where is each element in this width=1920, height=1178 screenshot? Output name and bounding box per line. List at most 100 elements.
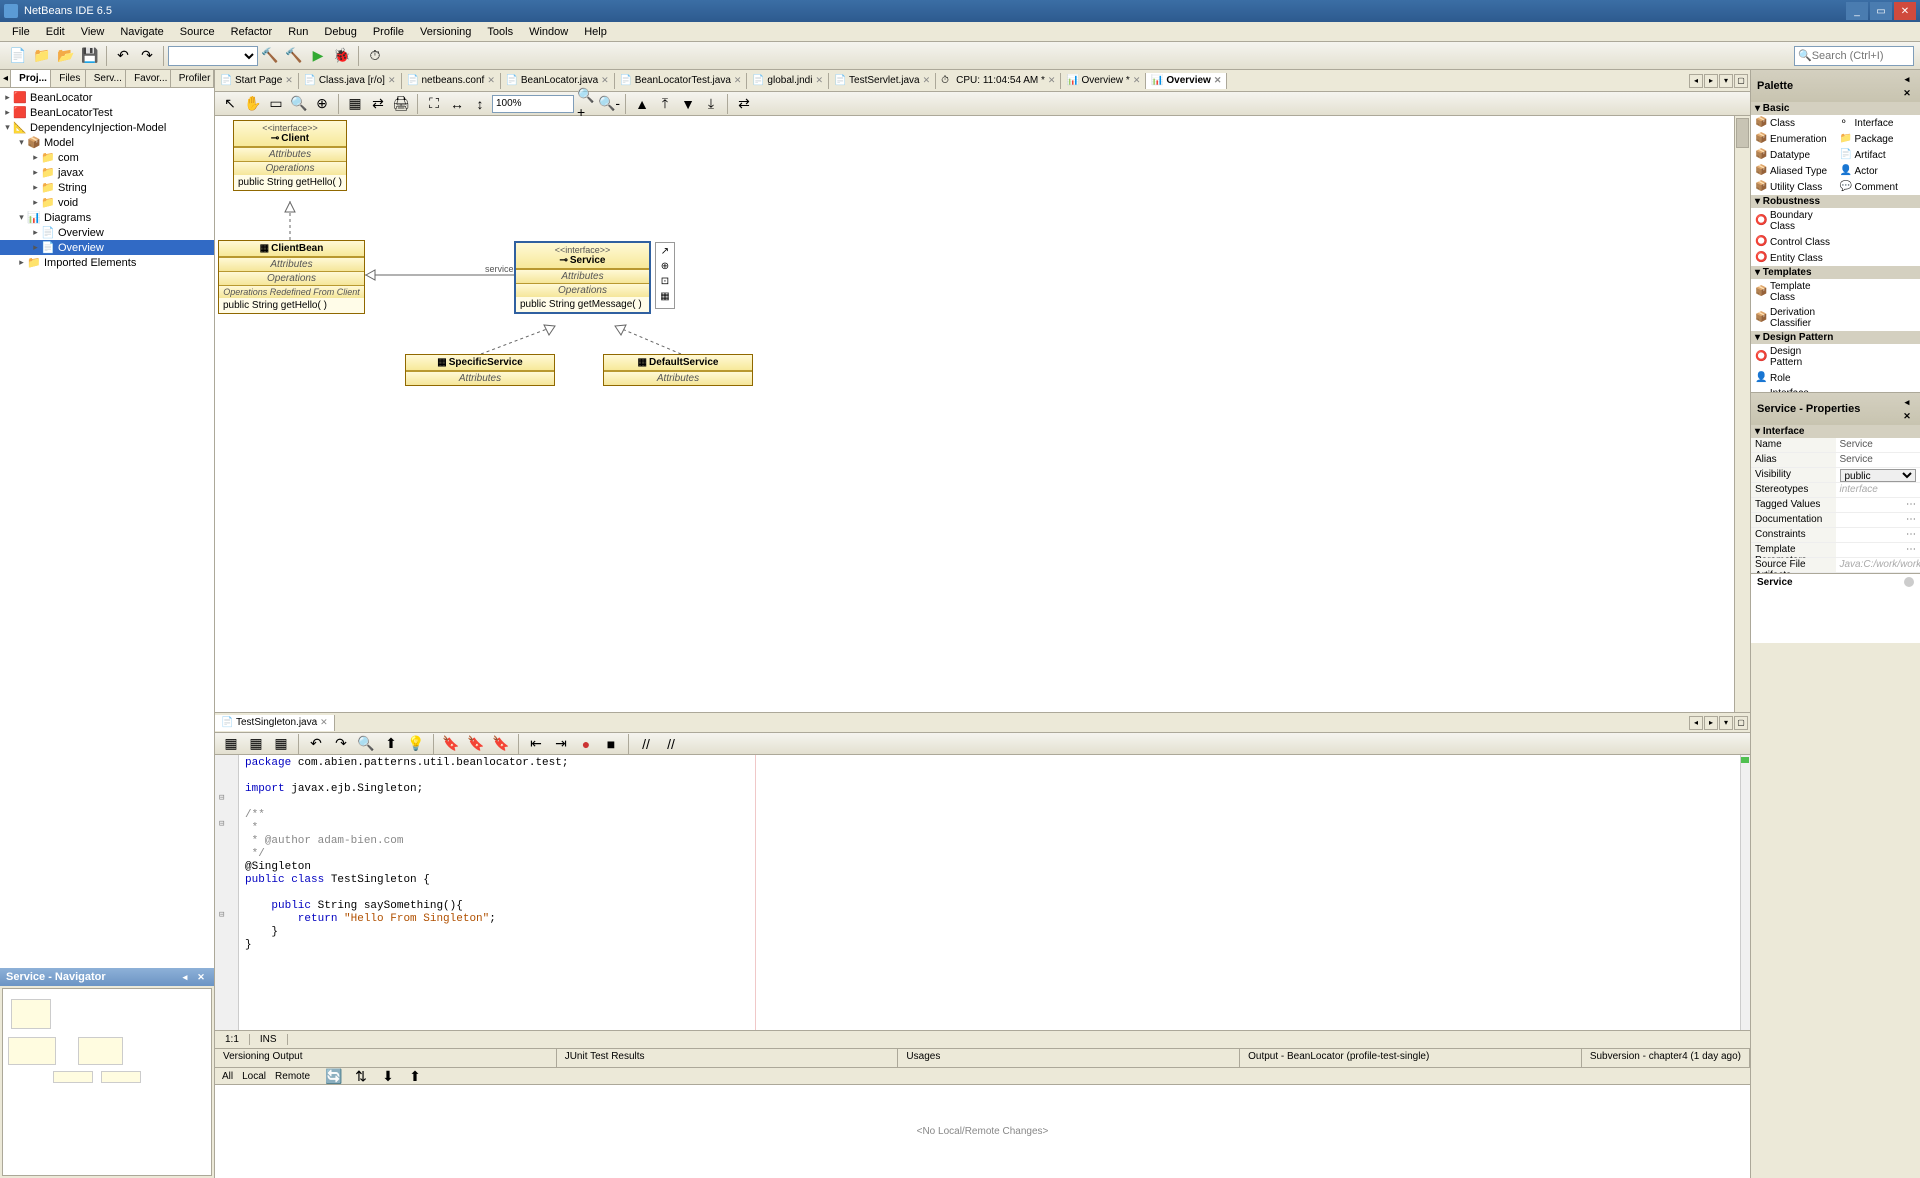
property-value[interactable]: Service: [1836, 438, 1920, 452]
tab-maximize[interactable]: ▢: [1734, 74, 1748, 88]
menu-window[interactable]: Window: [521, 24, 576, 40]
output-mode-all[interactable]: All: [219, 1071, 236, 1082]
ellipsis-button[interactable]: ⋯: [1906, 529, 1916, 540]
property-row[interactable]: Template Parameters⋯: [1751, 543, 1920, 558]
uml-clientbean[interactable]: ▦ ClientBean Attributes Operations Opera…: [218, 240, 365, 314]
palette-item[interactable]: ⭕Control Class: [1751, 234, 1836, 250]
layout-icon[interactable]: ⇄: [735, 95, 753, 113]
palette-item[interactable]: 💬Comment: [1836, 179, 1920, 195]
tab-close-icon[interactable]: ✕: [923, 75, 931, 86]
tree-item[interactable]: ▾📦Model: [0, 135, 214, 150]
new-project-icon[interactable]: 📁: [32, 46, 52, 66]
project-tab[interactable]: Serv...: [86, 70, 126, 87]
editor-tab[interactable]: 📊Overview *✕: [1061, 73, 1146, 89]
tree-item[interactable]: ▸📁Imported Elements: [0, 255, 214, 270]
tab-close-icon[interactable]: ✕: [734, 75, 742, 86]
tab-close-icon[interactable]: ✕: [487, 75, 495, 86]
error-stripe[interactable]: [1740, 755, 1750, 1030]
palette-item[interactable]: ⭕Boundary Class: [1751, 208, 1836, 234]
tree-item[interactable]: ▸🟥BeanLocatorTest: [0, 105, 214, 120]
palette-item[interactable]: 📦Derivation Classifier: [1751, 305, 1836, 331]
menu-run[interactable]: Run: [280, 24, 316, 40]
code-area[interactable]: ⊟ ⊟ ⊟ package com.abien.patterns.util.be…: [215, 755, 1750, 1030]
move-fwd-icon[interactable]: ▲: [633, 95, 651, 113]
redo-icon[interactable]: ↷: [137, 46, 157, 66]
navigator-thumbnail[interactable]: [2, 988, 212, 1176]
uml-context-palette[interactable]: ↗ ⊕ ⊡ ▦: [655, 242, 675, 309]
ellipsis-button[interactable]: ⋯: [1906, 544, 1916, 555]
menu-help[interactable]: Help: [576, 24, 615, 40]
tab-scroll-left[interactable]: ◂: [1689, 74, 1703, 88]
zoom-int-icon[interactable]: 🔍: [290, 95, 308, 113]
tree-arrow-icon[interactable]: ▾: [16, 212, 27, 223]
tree-item[interactable]: ▾📐DependencyInjection-Model: [0, 120, 214, 135]
source-icon[interactable]: ▦: [221, 734, 241, 754]
tab-close-icon[interactable]: ✕: [815, 75, 823, 86]
diagram-scrollbar[interactable]: [1734, 116, 1750, 712]
nav-link-icon[interactable]: ⊕: [313, 95, 331, 113]
commit-icon[interactable]: ⬆: [405, 1066, 425, 1086]
tree-arrow-icon[interactable]: ▸: [2, 107, 13, 118]
find-prev-icon[interactable]: ⬆: [381, 734, 401, 754]
tree-arrow-icon[interactable]: ▸: [30, 227, 41, 238]
project-tab[interactable]: Proj...: [11, 70, 51, 87]
move-front-icon[interactable]: ⤒: [656, 95, 674, 113]
navigator-minimize-icon[interactable]: ◂: [178, 970, 192, 984]
tab-list[interactable]: ▾: [1719, 74, 1733, 88]
menu-refactor[interactable]: Refactor: [223, 24, 281, 40]
palette-item[interactable]: 📄Artifact: [1836, 147, 1920, 163]
ellipsis-button[interactable]: ⋯: [1906, 514, 1916, 525]
code-gutter[interactable]: ⊟ ⊟ ⊟: [215, 755, 239, 1030]
editor-tab[interactable]: 📄BeanLocator.java✕: [501, 73, 615, 89]
menu-profile[interactable]: Profile: [365, 24, 412, 40]
refresh-icon[interactable]: 🔄: [324, 1066, 344, 1086]
palette-item[interactable]: ▦: [658, 291, 672, 305]
minimize-button[interactable]: _: [1846, 2, 1868, 20]
toggle-hl-icon[interactable]: 💡: [406, 734, 426, 754]
property-value[interactable]: interface: [1836, 483, 1920, 497]
property-row[interactable]: Constraints⋯: [1751, 528, 1920, 543]
tab-list[interactable]: ▾: [1719, 716, 1733, 730]
tab-close-icon[interactable]: ✕: [1048, 75, 1056, 86]
search-input[interactable]: [1812, 50, 1910, 62]
palette-category[interactable]: ▾ Robustness: [1751, 195, 1920, 208]
tree-arrow-icon[interactable]: ▸: [30, 182, 41, 193]
tree-item[interactable]: ▸📁String: [0, 180, 214, 195]
palette-body[interactable]: ▾ Basic📦Class⚬Interface📦Enumeration📁Pack…: [1751, 102, 1920, 392]
property-row[interactable]: Stereotypesinterface: [1751, 483, 1920, 498]
output-tab[interactable]: JUnit Test Results: [557, 1049, 899, 1067]
tab-close-icon[interactable]: ✕: [1133, 75, 1141, 86]
tab-scroll-right[interactable]: ▸: [1704, 74, 1718, 88]
move-back-icon[interactable]: ▼: [679, 95, 697, 113]
move-backward-icon[interactable]: ⤓: [702, 95, 720, 113]
uml-client-interface[interactable]: <<interface>>⊸ Client Attributes Operati…: [233, 120, 347, 191]
tree-item[interactable]: ▸📄Overview: [0, 225, 214, 240]
project-tab[interactable]: Profiler: [171, 70, 214, 87]
output-tab[interactable]: Usages: [898, 1049, 1240, 1067]
props-close-icon[interactable]: ✕: [1900, 409, 1914, 423]
tab-close-icon[interactable]: ✕: [320, 717, 328, 728]
property-row[interactable]: AliasService: [1751, 453, 1920, 468]
palette-item[interactable]: ⊕: [658, 261, 672, 275]
uncomment-icon[interactable]: //: [661, 734, 681, 754]
comment-icon[interactable]: //: [636, 734, 656, 754]
pan-icon[interactable]: ✋: [244, 95, 262, 113]
palette-item[interactable]: 📦Template Class: [1751, 279, 1836, 305]
macro-stop-icon[interactable]: ■: [601, 734, 621, 754]
diff-icon[interactable]: ⇅: [351, 1066, 371, 1086]
tab-close-icon[interactable]: ✕: [1214, 75, 1222, 86]
design-icon[interactable]: ▦: [271, 734, 291, 754]
tree-item[interactable]: ▸📄Overview: [0, 240, 214, 255]
editor-tab[interactable]: 📄TestServlet.java✕: [829, 73, 936, 89]
uml-service-interface[interactable]: <<interface>>⊸ Service Attributes Operat…: [515, 242, 650, 313]
output-tab[interactable]: Versioning Output: [215, 1049, 557, 1067]
open-icon[interactable]: 📂: [56, 46, 76, 66]
palette-item[interactable]: 📦Utility Class: [1751, 179, 1836, 195]
code-tab[interactable]: 📄 TestSingleton.java ✕: [215, 715, 335, 731]
property-row[interactable]: Source File ArtifactsJava:C:/work/works: [1751, 558, 1920, 573]
tab-close-icon[interactable]: ✕: [388, 75, 396, 86]
debug-icon[interactable]: 🐞: [332, 46, 352, 66]
restore-button[interactable]: ▭: [1870, 2, 1892, 20]
uml-default-service[interactable]: ▦ DefaultService Attributes: [603, 354, 753, 386]
property-row[interactable]: Visibilitypublic: [1751, 468, 1920, 483]
